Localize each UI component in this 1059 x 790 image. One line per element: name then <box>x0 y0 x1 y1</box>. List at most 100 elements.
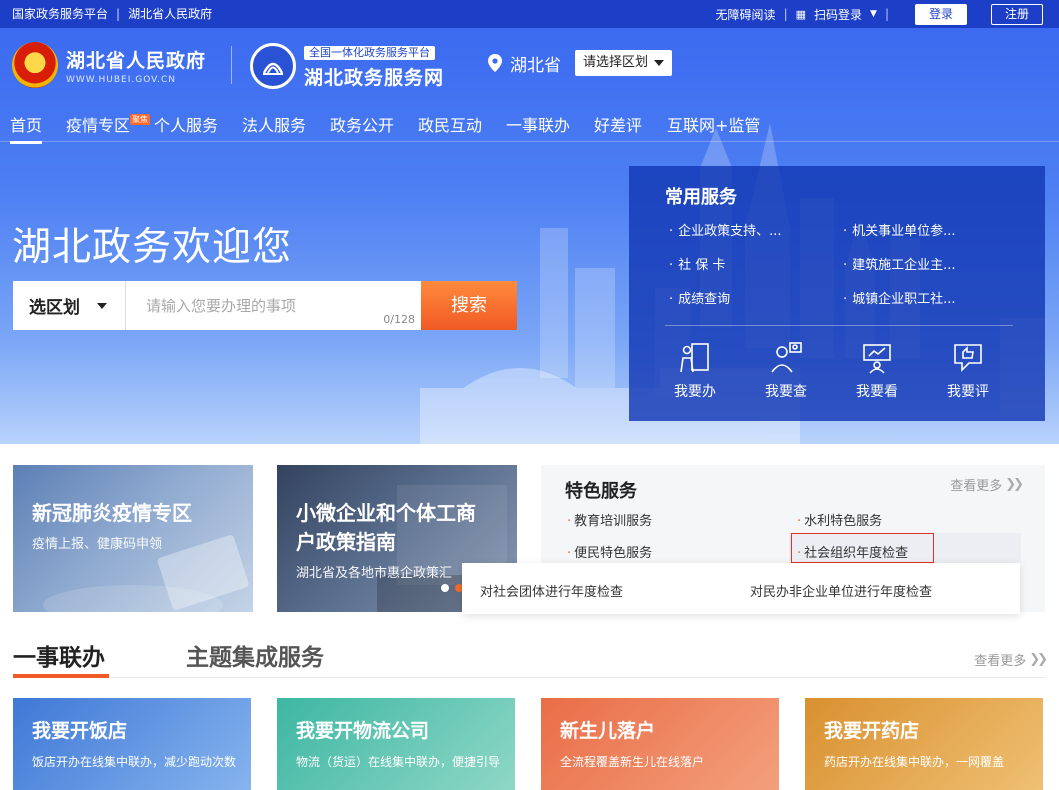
sme-card-title-line1: 小微企业和个体工商 <box>296 501 476 525</box>
action-rate-label: 我要评 <box>947 384 989 400</box>
location-pin-icon <box>488 54 502 72</box>
nav-interaction[interactable]: 政民互动 <box>418 112 482 136</box>
platform-badge-icon <box>250 42 296 89</box>
accessibility-link[interactable]: 无障碍阅读 <box>716 6 776 23</box>
tabs-more-label: 查看更多 <box>974 654 1027 669</box>
covid-card-subtitle: 疫情上报、健康码申领 <box>32 537 163 552</box>
person-door-icon <box>680 343 709 373</box>
province-label: 湖北省 <box>510 55 561 76</box>
theme-desc: 物流（货运）在线集中联办，便捷引导 <box>296 755 501 769</box>
common-service-item[interactable]: 机关事业单位参... <box>843 220 955 239</box>
tabs-baseline <box>13 677 1045 678</box>
tabs-more-link[interactable]: 查看更多 ❯❯ <box>974 650 1048 669</box>
char-counter: 0/128 <box>383 313 415 326</box>
featured-title: 特色服务 <box>565 481 637 502</box>
platform-logo[interactable]: 全国一体化政务服务平台 湖北政务服务网 <box>250 41 444 90</box>
featured-item-social-org[interactable]: 社会组织年度检查 <box>797 542 908 561</box>
theme-card-newborn[interactable]: 新生儿落户 全流程覆盖新生儿在线落户 <box>541 698 779 790</box>
common-service-item[interactable]: 企业政策支持、... <box>669 220 781 239</box>
main-nav: 首页 疫情专区 聚焦 个人服务 法人服务 政务公开 政民互动 一事联办 好差评 互… <box>0 108 1059 144</box>
nav-personal[interactable]: 个人服务 <box>154 112 218 136</box>
theme-title: 新生儿落户 <box>560 720 656 742</box>
search-input-wrap: 0/128 <box>126 281 421 330</box>
top-bar: 国家政务服务平台 | 湖北省人民政府 无障碍阅读 | ▦ 扫码登录 ▼ | 登录 注… <box>0 0 1059 28</box>
hot-badge: 聚焦 <box>130 114 151 125</box>
common-service-item[interactable]: 社 保 卡 <box>669 254 725 273</box>
hero-banner: 湖北省人民政府 WWW.HUBEI.GOV.CN 全国一体化政务服务平台 湖北政… <box>0 28 1059 444</box>
sub-service-item[interactable]: 对民办非企业单位进行年度检查 <box>750 581 932 600</box>
thumbs-up-chat-icon <box>954 344 982 372</box>
sme-card-title-line2: 户政策指南 <box>296 530 396 554</box>
login-button[interactable]: 登录 <box>915 3 967 25</box>
theme-card-pharmacy[interactable]: 我要开药店 药店开办在线集中联办，一网覆盖 <box>805 698 1043 790</box>
common-service-item[interactable]: 成绩查询 <box>669 288 730 307</box>
region-select[interactable]: 请选择区划 <box>575 50 673 76</box>
double-chevron-icon: ❯❯ <box>1029 652 1048 667</box>
tab-theme-services[interactable]: 主题集成服务 <box>186 638 324 672</box>
featured-more-label: 查看更多 <box>950 479 1003 494</box>
separator: | <box>783 7 788 21</box>
platform-tag: 全国一体化政务服务平台 <box>304 46 435 60</box>
chevron-down-icon <box>97 302 107 309</box>
panel-divider <box>665 325 1013 326</box>
search-button[interactable]: 搜索 <box>421 281 517 330</box>
action-do-label: 我要办 <box>674 384 716 400</box>
separator: | <box>884 7 889 21</box>
logo-divider <box>231 46 232 84</box>
area-select[interactable]: 选区划 <box>13 281 126 330</box>
action-query[interactable]: 我要查 <box>756 341 816 401</box>
nav-home[interactable]: 首页 <box>10 112 43 144</box>
nav-covid-label: 疫情专区 <box>66 116 131 135</box>
covid-zone-card[interactable]: 新冠肺炎疫情专区 疫情上报、健康码申领 <box>13 465 253 612</box>
theme-title: 我要开饭店 <box>32 720 128 742</box>
common-service-item[interactable]: 城镇企业职工社... <box>843 288 955 307</box>
common-services-panel: 常用服务 企业政策支持、... 机关事业单位参... 社 保 卡 建筑施工企业主… <box>629 166 1045 421</box>
presentation-board-icon <box>863 344 891 374</box>
theme-card-restaurant[interactable]: 我要开饭店 饭店开办在线集中联办，减少跑动次数 <box>13 698 251 790</box>
search-input[interactable] <box>126 281 421 330</box>
action-view[interactable]: 我要看 <box>847 341 907 401</box>
sme-card-title: 小微企业和个体工商 户政策指南 <box>296 499 476 557</box>
nav-covid[interactable]: 疫情专区 聚焦 <box>66 112 151 136</box>
nav-legal-person[interactable]: 法人服务 <box>242 112 306 136</box>
theme-card-logistics[interactable]: 我要开物流公司 物流（货运）在线集中联办，便捷引导 <box>277 698 515 790</box>
nav-rating[interactable]: 好差评 <box>594 112 642 136</box>
theme-title: 我要开物流公司 <box>296 720 430 742</box>
sub-service-item[interactable]: 对社会团体进行年度检查 <box>480 581 623 600</box>
national-emblem-icon <box>12 42 58 88</box>
double-chevron-icon: ❯❯ <box>1005 477 1024 492</box>
nav-supervision[interactable]: 互联网+监管 <box>667 112 760 136</box>
scan-login-link[interactable]: 扫码登录 <box>814 6 862 23</box>
common-services-title: 常用服务 <box>665 187 737 208</box>
nav-one-thing[interactable]: 一事联办 <box>506 112 570 136</box>
action-do[interactable]: 我要办 <box>665 341 725 401</box>
common-service-item[interactable]: 建筑施工企业主... <box>843 254 955 273</box>
carousel-dot[interactable] <box>441 584 449 592</box>
qr-icon: ▦ <box>795 7 807 21</box>
featured-item[interactable]: 教育培训服务 <box>567 510 652 529</box>
sub-service-dropdown: 对社会团体进行年度检查 对民办非企业单位进行年度检查 <box>462 563 1020 614</box>
theme-desc: 全流程覆盖新生儿在线落户 <box>560 755 705 769</box>
theme-desc: 饭店开办在线集中联办，减少跑动次数 <box>32 755 237 769</box>
featured-item[interactable]: 水利特色服务 <box>797 510 882 529</box>
link-provincial-gov[interactable]: 湖北省人民政府 <box>128 7 212 21</box>
carousel-dots <box>441 584 463 592</box>
featured-item[interactable]: 便民特色服务 <box>567 542 652 561</box>
nav-gov-open[interactable]: 政务公开 <box>330 112 394 136</box>
theme-title: 我要开药店 <box>824 720 920 742</box>
action-view-label: 我要看 <box>856 384 898 400</box>
tab-one-thing[interactable]: 一事联办 <box>13 638 105 672</box>
gov-name: 湖北省人民政府 <box>66 49 207 72</box>
scan-login-caret-icon[interactable]: ▼ <box>870 9 877 19</box>
action-rate[interactable]: 我要评 <box>938 341 998 401</box>
region-select-label: 请选择区划 <box>583 55 649 70</box>
featured-more-link[interactable]: 查看更多 ❯❯ <box>950 475 1024 494</box>
link-national-platform[interactable]: 国家政务服务平台 <box>12 7 108 21</box>
active-tab-underline <box>13 674 109 678</box>
area-select-label: 选区划 <box>29 298 80 318</box>
gov-url: WWW.HUBEI.GOV.CN <box>66 74 177 85</box>
chevron-down-icon <box>654 60 665 66</box>
action-query-label: 我要查 <box>765 384 807 400</box>
gov-logo[interactable]: 湖北省人民政府 WWW.HUBEI.GOV.CN <box>12 42 206 88</box>
register-button[interactable]: 注册 <box>991 3 1043 25</box>
